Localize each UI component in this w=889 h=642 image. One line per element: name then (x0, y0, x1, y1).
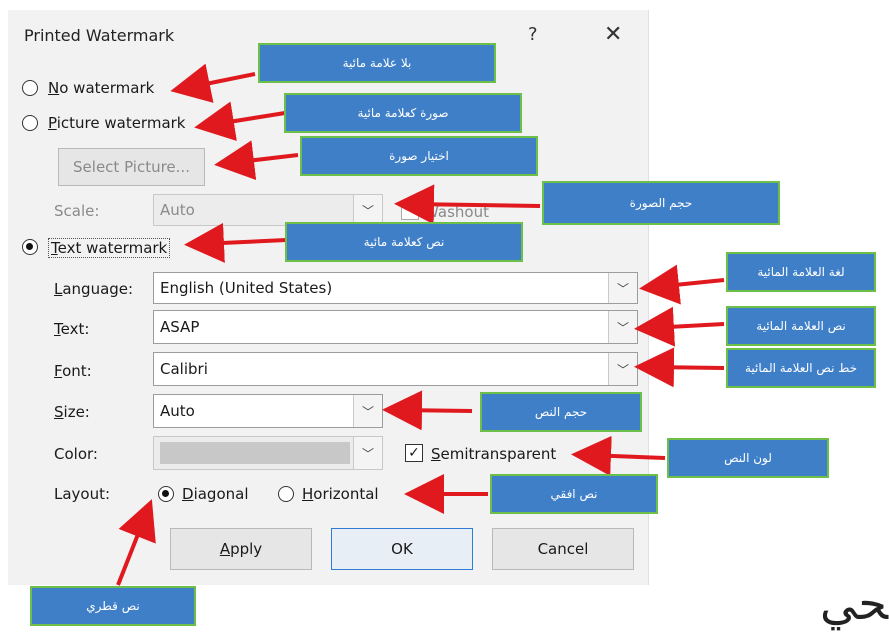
callout-diagonal: نص قطري (30, 586, 196, 626)
arrow-size (382, 390, 473, 431)
callout-no-watermark: بلا علامة مائية (258, 43, 496, 83)
arrow-no-watermark (170, 63, 256, 103)
callout-select-picture: اختيار صورة (300, 136, 538, 176)
arrow-picture-watermark (194, 101, 286, 141)
arrow-scale (394, 184, 541, 225)
callout-size: حجم النص (480, 392, 642, 432)
arrow-color (571, 435, 666, 476)
callout-language: لغة العلامة المائية (726, 252, 876, 292)
arrow-text-watermark (184, 222, 287, 263)
callout-horizontal: نص افقي (490, 474, 658, 514)
callout-font: خط نص العلامة المائية (726, 348, 876, 388)
arrow-font (634, 347, 725, 388)
callout-color: لون النص (667, 438, 829, 478)
arrow-text (634, 306, 725, 347)
site-logo: ﺤﻲ (820, 576, 889, 630)
arrow-diagonal (116, 499, 156, 586)
callout-scale: حجم الصورة (542, 181, 780, 225)
callout-text-watermark: نص كعلامة مائية (285, 222, 523, 262)
callout-picture-watermark: صورة كعلامة مائية (284, 93, 522, 133)
arrow-language (639, 264, 725, 305)
arrow-select-picture (214, 140, 299, 181)
callout-text: نص العلامة المائية (726, 306, 876, 346)
